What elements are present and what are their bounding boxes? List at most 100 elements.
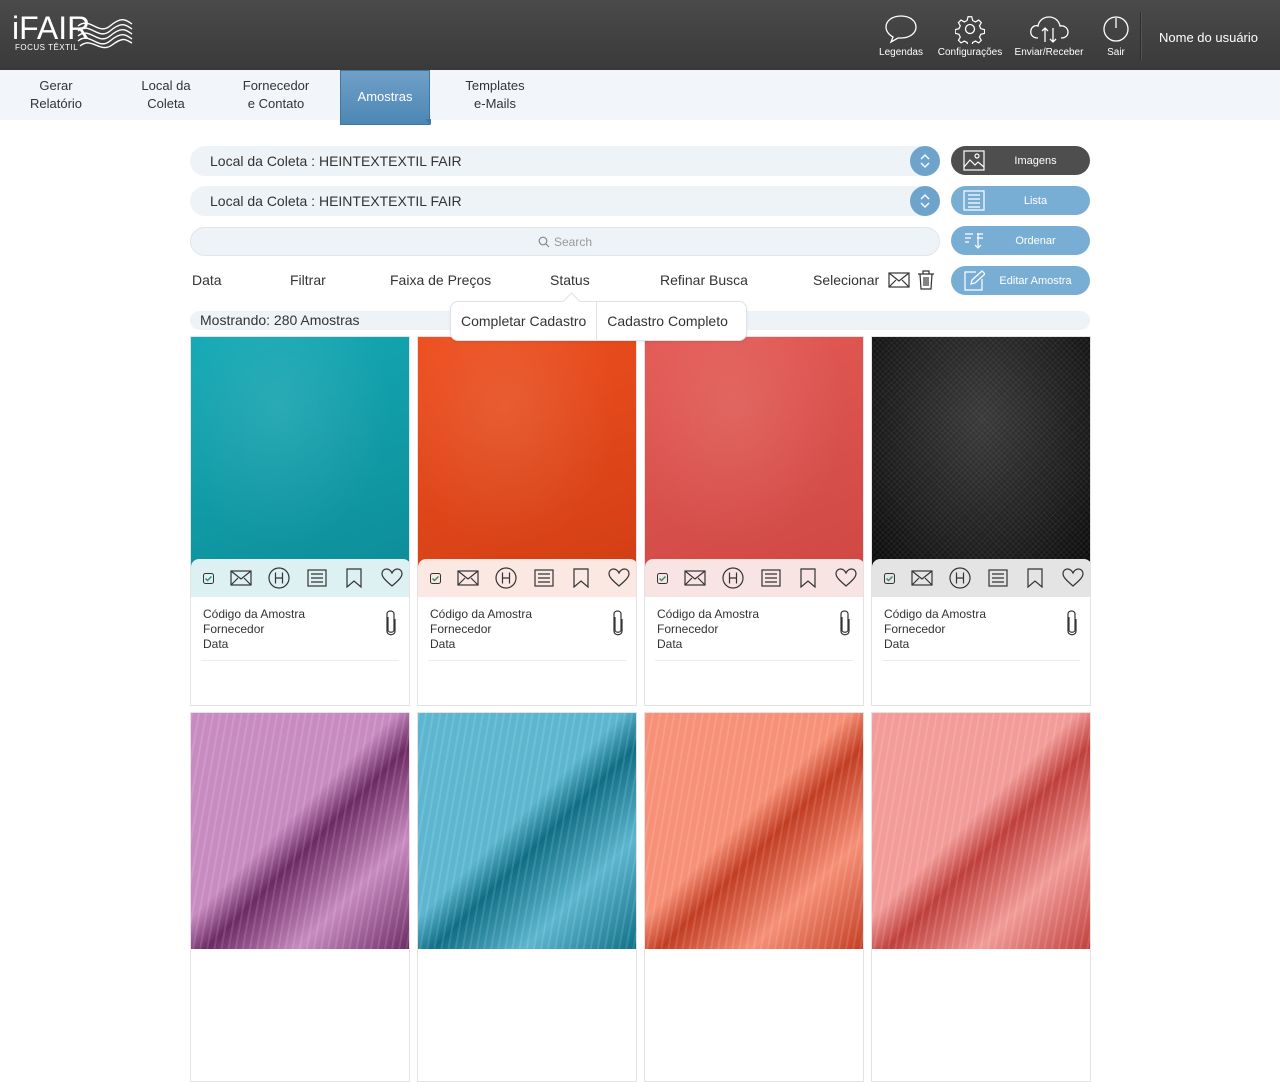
sample-date: Data (657, 637, 683, 651)
editar-amostra-button[interactable]: Editar Amostra (951, 266, 1090, 295)
fabric-swatch-image[interactable] (872, 713, 1090, 949)
details-icon[interactable] (752, 569, 790, 587)
check-icon[interactable] (884, 572, 904, 584)
sample-card[interactable]: Código da Amostra Fornecedor Data (417, 336, 637, 706)
tab-local-da-coleta[interactable]: Local da Coleta (116, 70, 216, 120)
sair-label: Sair (1107, 47, 1125, 58)
hold-icon[interactable] (260, 567, 298, 589)
fabric-swatch-image[interactable] (418, 337, 636, 573)
details-icon[interactable] (525, 569, 563, 587)
sample-action-bar (645, 559, 863, 597)
imagens-button[interactable]: Imagens (951, 146, 1090, 175)
fabric-swatch-image[interactable] (645, 337, 863, 573)
check-icon[interactable] (430, 572, 450, 584)
bookmark-icon[interactable] (336, 568, 374, 588)
up-down-chevron-icon (920, 194, 930, 208)
local-coleta-select-2[interactable]: Local da Coleta : HEINTEXTEXTIL FAIR (190, 186, 940, 216)
sample-action-bar (872, 559, 1090, 597)
tab-label: Local da Coleta (141, 78, 191, 111)
filter-bar: Data Filtrar Faixa de Preços Status Refi… (192, 272, 940, 290)
bookmark-icon[interactable] (1017, 568, 1055, 588)
paperclip-icon[interactable] (612, 609, 624, 642)
sample-card[interactable] (871, 712, 1091, 1082)
status-dropdown: Completar Cadastro Cadastro Completo (450, 301, 747, 341)
hold-icon[interactable] (941, 567, 979, 589)
search-input[interactable]: Search (190, 227, 940, 256)
enviar-receber-label: Enviar/Receber (1014, 47, 1084, 58)
envelope-icon[interactable] (450, 570, 488, 586)
fabric-swatch-image[interactable] (872, 337, 1090, 573)
card-divider (428, 660, 626, 661)
check-icon[interactable] (657, 572, 677, 584)
configuracoes-button[interactable]: Configurações (934, 14, 1006, 58)
sample-card[interactable] (190, 712, 410, 1082)
heart-icon[interactable] (600, 568, 636, 588)
up-down-chevron-icon (920, 154, 930, 168)
paperclip-icon[interactable] (385, 609, 397, 642)
ordenar-label: Ordenar (1015, 234, 1056, 247)
envelope-icon[interactable] (677, 570, 715, 586)
top-bar: iFAIR FOCUS TÊXTIL Legendas Configuraçõe… (0, 0, 1280, 70)
sample-card[interactable]: Código da Amostra Fornecedor Data (644, 336, 864, 706)
local-coleta-select-1[interactable]: Local da Coleta : HEINTEXTEXTIL FAIR (190, 146, 940, 176)
sample-info: Código da Amostra Fornecedor Data (884, 607, 986, 652)
filter-data[interactable]: Data (192, 272, 222, 288)
bookmark-icon[interactable] (563, 568, 601, 588)
details-icon[interactable] (298, 569, 336, 587)
status-option-completar[interactable]: Completar Cadastro (451, 301, 596, 341)
sample-action-bar (418, 559, 636, 597)
sample-card[interactable]: Código da Amostra Fornecedor Data (871, 336, 1091, 706)
filter-refinar-busca[interactable]: Refinar Busca (660, 272, 748, 288)
sample-card[interactable] (417, 712, 637, 1082)
username[interactable]: Nome do usuário (1159, 30, 1258, 45)
check-icon[interactable] (203, 572, 223, 584)
legendas-label: Legendas (879, 47, 923, 58)
heart-icon[interactable] (827, 568, 863, 588)
paperclip-icon[interactable] (839, 609, 851, 642)
sample-code: Código da Amostra (203, 607, 306, 621)
ordenar-button[interactable]: Ordenar (951, 226, 1090, 255)
legendas-button[interactable]: Legendas (868, 14, 934, 58)
bookmark-icon[interactable] (790, 568, 828, 588)
hold-icon[interactable] (714, 567, 752, 589)
paperclip-icon[interactable] (1066, 609, 1078, 642)
fabric-swatch-image[interactable] (191, 337, 409, 573)
hold-icon[interactable] (487, 567, 525, 589)
details-icon[interactable] (979, 569, 1017, 587)
tab-amostras[interactable]: Amostras (340, 70, 431, 125)
filter-status[interactable]: Status (550, 272, 590, 288)
tab-label: Fornecedor e Contato (242, 78, 310, 111)
sample-supplier: Fornecedor (203, 622, 265, 636)
card-divider (201, 660, 399, 661)
speech-bubble-icon (885, 15, 917, 44)
search-placeholder: Search (553, 234, 593, 249)
lista-button[interactable]: Lista (951, 186, 1090, 215)
sample-supplier: Fornecedor (884, 622, 946, 636)
tab-fornecedor-contato[interactable]: Fornecedor e Contato (226, 70, 326, 120)
envelope-icon[interactable] (904, 570, 942, 586)
sample-code: Código da Amostra (884, 607, 987, 621)
filter-selecionar[interactable]: Selecionar (813, 272, 879, 288)
envelope-icon[interactable] (888, 272, 910, 288)
sample-info: Código da Amostra Fornecedor Data (203, 607, 305, 652)
sample-card[interactable] (644, 712, 864, 1082)
fabric-swatch-image[interactable] (418, 713, 636, 949)
sample-card[interactable]: Código da Amostra Fornecedor Data (190, 336, 410, 706)
tab-gerar-relatorio[interactable]: Gerar Relatório (6, 70, 106, 120)
sample-supplier: Fornecedor (657, 622, 719, 636)
select-spinner-2[interactable] (910, 186, 940, 216)
card-divider (882, 660, 1080, 661)
heart-icon[interactable] (373, 568, 409, 588)
fabric-swatch-image[interactable] (645, 713, 863, 949)
trash-icon[interactable] (917, 270, 935, 290)
status-option-completo[interactable]: Cadastro Completo (597, 301, 738, 341)
select-spinner-1[interactable] (910, 146, 940, 176)
filter-faixa-precos[interactable]: Faixa de Preços (390, 272, 491, 288)
sair-button[interactable]: Sair (1092, 14, 1140, 58)
envelope-icon[interactable] (223, 570, 261, 586)
enviar-receber-button[interactable]: Enviar/Receber (1006, 14, 1092, 58)
tab-templates-emails[interactable]: Templates e-Mails (445, 70, 545, 120)
filter-filtrar[interactable]: Filtrar (290, 272, 326, 288)
fabric-swatch-image[interactable] (191, 713, 409, 949)
heart-icon[interactable] (1054, 568, 1090, 588)
